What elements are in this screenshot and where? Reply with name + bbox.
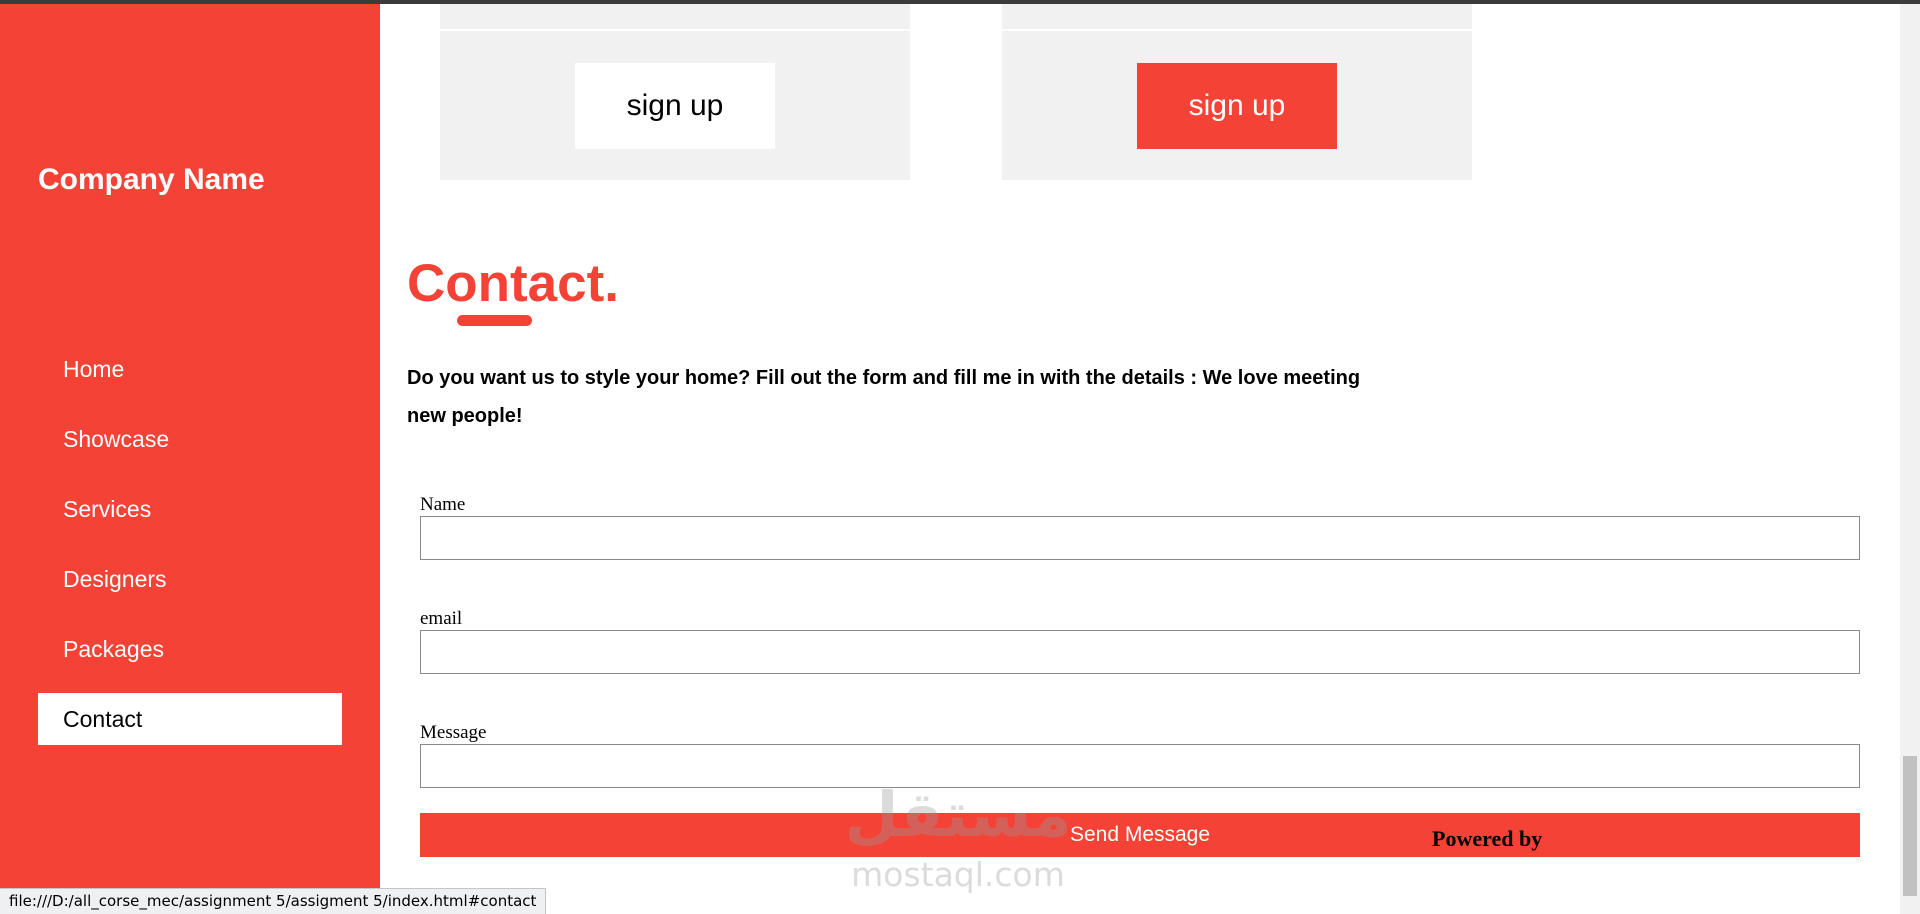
send-message-button[interactable]: Send Message	[420, 813, 1860, 857]
scrollbar-thumb[interactable]	[1903, 756, 1917, 896]
status-bar-url: file:///D:/all_corse_mec/assignment 5/as…	[0, 888, 547, 914]
nav-item-contact[interactable]: Contact	[38, 693, 342, 745]
contact-description: Do you want us to style your home? Fill …	[407, 367, 1361, 427]
powered-by-text: Powered by	[1432, 826, 1543, 851]
nav-item-designers[interactable]: Designers	[38, 553, 342, 605]
nav-item-services[interactable]: Services	[38, 483, 342, 535]
sidebar-nav: Home Showcase Services Designers Package…	[38, 343, 342, 763]
nav-item-home[interactable]: Home	[38, 343, 342, 395]
name-label: Name	[420, 494, 466, 515]
sign-up-button-1[interactable]: sign up	[575, 63, 775, 149]
message-field[interactable]	[420, 744, 1860, 788]
card-divider	[440, 29, 910, 31]
sign-up-button-2[interactable]: sign up	[1137, 63, 1337, 149]
heading-underline	[457, 315, 532, 326]
contact-form: Name email Message Send Message	[420, 494, 1860, 857]
watermark-arabic: مستقل	[844, 778, 1072, 851]
card-divider	[1002, 29, 1472, 31]
nav-item-packages[interactable]: Packages	[38, 623, 342, 675]
nav-item-showcase[interactable]: Showcase	[38, 413, 342, 465]
email-label: email	[420, 608, 463, 629]
contact-heading: Contact.	[407, 254, 619, 313]
watermark-latin: mostaql.com	[851, 855, 1065, 894]
email-field[interactable]	[420, 630, 1860, 674]
message-label: Message	[420, 722, 487, 743]
sidebar: Company Name Home Showcase Services Desi…	[0, 4, 380, 914]
name-field[interactable]	[420, 516, 1860, 560]
company-name: Company Name	[38, 163, 265, 196]
package-card-1: sign up	[440, 4, 910, 180]
vertical-scrollbar[interactable]	[1900, 4, 1920, 914]
watermark-logo: مستقل mostaql.com	[838, 775, 1078, 895]
package-card-2: sign up	[1002, 4, 1472, 180]
